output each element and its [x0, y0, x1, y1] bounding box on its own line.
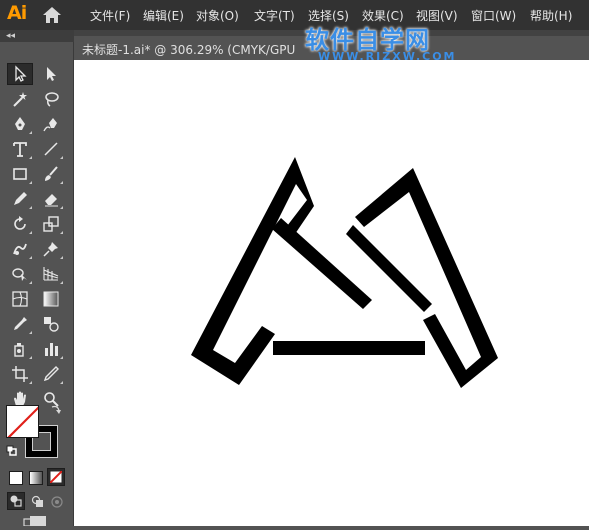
eyedropper-tool[interactable]	[7, 313, 33, 335]
menu-edit[interactable]: 编辑(E)	[143, 7, 184, 24]
base-bar	[273, 341, 425, 355]
tools-panel-header[interactable]: ◂◂	[0, 30, 74, 42]
app-logo: Ai	[7, 2, 27, 24]
shape-builder-tool[interactable]	[7, 263, 33, 285]
lasso-icon	[45, 92, 59, 107]
symbol-sprayer-icon	[14, 343, 24, 357]
line-segment-tool[interactable]	[38, 138, 64, 160]
mesh-icon	[12, 291, 28, 307]
mesh-tool[interactable]	[7, 288, 33, 310]
menu-bar: Ai 文件(F) 编辑(E) 对象(O) 文字(T) 选择(S) 效果(C) 视…	[0, 0, 589, 30]
color-mode-button[interactable]	[9, 471, 23, 485]
rotate-tool[interactable]	[7, 213, 33, 235]
curvature-tool[interactable]	[38, 113, 64, 135]
none-mode-button[interactable]	[47, 468, 65, 486]
rectangle-tool[interactable]	[7, 163, 33, 185]
paintbrush-icon	[45, 166, 58, 181]
magic-wand-icon	[13, 92, 27, 107]
eyedropper-icon	[14, 317, 27, 330]
draw-normal-icon	[10, 495, 22, 507]
blend-tool[interactable]	[38, 313, 64, 335]
direct-selection-arrow-icon	[47, 67, 56, 81]
mountain-logo-artwork[interactable]	[74, 60, 589, 526]
collapse-panel-icon[interactable]: ◂◂	[6, 31, 15, 41]
rotate-icon	[14, 216, 26, 230]
none-slash-icon	[7, 406, 38, 437]
tools-panel: ◂◂	[0, 30, 74, 526]
pencil-icon	[14, 192, 27, 205]
rectangle-icon	[13, 168, 27, 180]
pen-icon	[15, 117, 25, 130]
eraser-icon	[45, 194, 58, 207]
selection-arrow-icon	[15, 65, 27, 82]
direct-selection-tool[interactable]	[38, 63, 64, 85]
perspective-grid-tool[interactable]	[38, 263, 64, 285]
menu-help[interactable]: 帮助(H)	[530, 7, 572, 24]
menu-type[interactable]: 文字(T)	[254, 7, 295, 24]
gradient-icon	[43, 291, 59, 307]
column-graph-icon	[45, 343, 58, 356]
fill-swatch-none[interactable]	[6, 405, 39, 438]
line-segment-icon	[44, 142, 58, 156]
eraser-tool[interactable]	[38, 188, 64, 210]
pin-icon	[43, 242, 58, 257]
home-icon[interactable]	[42, 6, 62, 24]
puppet-warp-tool[interactable]	[7, 238, 33, 260]
gradient-tool[interactable]	[38, 288, 64, 310]
scale-icon	[43, 216, 59, 232]
menu-window[interactable]: 窗口(W)	[471, 7, 516, 24]
selection-tool[interactable]	[7, 63, 33, 85]
type-tool[interactable]	[7, 138, 33, 160]
slice-knife-icon	[43, 366, 59, 382]
gradient-mode-button[interactable]	[29, 471, 43, 485]
pin-tool[interactable]	[38, 238, 64, 260]
artboard-icon	[12, 366, 28, 382]
artboard-tool[interactable]	[7, 363, 33, 385]
magic-wand-tool[interactable]	[7, 88, 33, 110]
curvature-pen-icon	[43, 118, 57, 132]
draw-inside-icon[interactable]	[49, 494, 65, 510]
symbol-sprayer-tool[interactable]	[7, 338, 33, 360]
none-mode-icon	[50, 471, 62, 483]
artboard-canvas[interactable]	[74, 60, 589, 526]
menu-file[interactable]: 文件(F)	[90, 7, 130, 24]
draw-behind-icon[interactable]	[30, 494, 46, 510]
artwork-paths	[191, 157, 498, 388]
slice-tool[interactable]	[38, 363, 64, 385]
draw-normal-button[interactable]	[7, 492, 25, 510]
swap-fill-stroke-icon[interactable]	[49, 403, 63, 417]
paintbrush-tool[interactable]	[38, 163, 64, 185]
pen-tool[interactable]	[7, 113, 33, 135]
shaper-tool[interactable]	[7, 188, 33, 210]
shape-builder-icon	[12, 268, 27, 281]
blend-icon	[44, 317, 59, 332]
puppet-warp-icon	[13, 243, 27, 255]
type-icon	[13, 142, 27, 157]
screen-mode-icon[interactable]	[22, 516, 48, 526]
menu-object[interactable]: 对象(O)	[196, 7, 239, 24]
default-fill-stroke-icon[interactable]	[6, 445, 18, 457]
lasso-tool[interactable]	[38, 88, 64, 110]
document-title: 未标题-1.ai* @ 306.29% (CMYK/GPU	[82, 43, 296, 57]
scale-tool[interactable]	[38, 213, 64, 235]
column-graph-tool[interactable]	[38, 338, 64, 360]
perspective-grid-icon	[43, 267, 59, 281]
